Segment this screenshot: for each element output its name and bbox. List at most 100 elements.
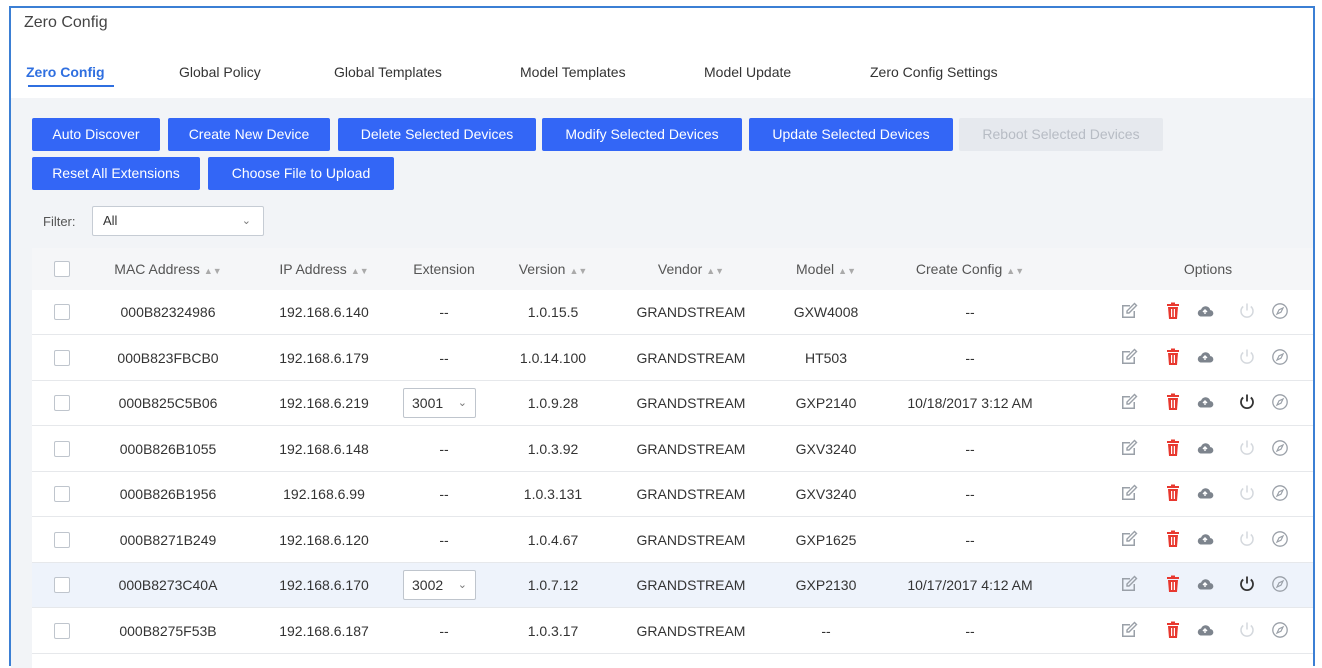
power-icon (1237, 438, 1257, 458)
sort-icon: ▲▼ (569, 266, 588, 276)
tab-model-update[interactable]: Model Update (704, 64, 791, 80)
compass-icon[interactable] (1270, 620, 1290, 640)
edit-icon[interactable] (1119, 620, 1139, 640)
compass-icon[interactable] (1270, 483, 1290, 503)
select-all-checkbox[interactable] (54, 261, 70, 277)
table-row[interactable]: 000B823FBCB0 192.168.6.179 1.0.14.100 GRAND… (32, 336, 1313, 381)
filter-value: All (103, 213, 118, 228)
compass-icon[interactable] (1270, 529, 1290, 549)
tab-global-templates[interactable]: Global Templates (334, 64, 442, 80)
cell-create-config: -- (965, 441, 975, 457)
column-header-version[interactable]: Version ▲▼ (519, 261, 588, 277)
compass-icon[interactable] (1270, 347, 1290, 367)
cell-version: 1.0.7.12 (527, 577, 579, 593)
power-icon (1237, 301, 1257, 321)
filter-label: Filter: (43, 214, 76, 229)
create-new-device-button[interactable]: Create New Device (168, 118, 330, 151)
edit-icon[interactable] (1119, 574, 1139, 594)
row-checkbox[interactable] (54, 304, 70, 320)
tab-zero-config-settings[interactable]: Zero Config Settings (870, 64, 998, 80)
table-row[interactable]: 000B82324986 192.168.6.140 1.0.15.5 GRANDST… (32, 290, 1313, 335)
column-header-vendor[interactable]: Vendor ▲▼ (658, 261, 724, 277)
cell-mac: 000B826B1956 (119, 486, 217, 502)
row-checkbox[interactable] (54, 486, 70, 502)
cloud-upload-icon[interactable] (1195, 574, 1215, 594)
cell-mac: 000B82324986 (120, 304, 216, 320)
sort-icon: ▲▼ (350, 266, 369, 276)
delete-icon[interactable] (1163, 438, 1183, 458)
cloud-upload-icon[interactable] (1195, 620, 1215, 640)
delete-selected-devices-button[interactable]: Delete Selected Devices (338, 118, 536, 151)
cell-mac: 000B825C5B06 (118, 395, 218, 411)
reset-all-extensions-button[interactable]: Reset All Extensions (32, 157, 200, 190)
cloud-upload-icon[interactable] (1195, 301, 1215, 321)
row-checkbox[interactable] (54, 441, 70, 457)
delete-icon[interactable] (1163, 483, 1183, 503)
update-selected-devices-button[interactable]: Update Selected Devices (749, 118, 953, 151)
row-checkbox[interactable] (54, 395, 70, 411)
chevron-down-icon: ⌄ (457, 579, 467, 591)
sort-icon: ▲▼ (838, 266, 856, 276)
compass-icon[interactable] (1270, 438, 1290, 458)
cell-extension: -- (439, 441, 449, 457)
edit-icon[interactable] (1119, 438, 1139, 458)
choose-file-to-upload-button[interactable]: Choose File to Upload (208, 157, 394, 190)
delete-icon[interactable] (1163, 620, 1183, 640)
compass-icon[interactable] (1270, 574, 1290, 594)
compass-icon[interactable] (1270, 301, 1290, 321)
edit-icon[interactable] (1119, 483, 1139, 503)
row-checkbox[interactable] (54, 623, 70, 639)
power-icon[interactable] (1237, 392, 1257, 412)
edit-icon[interactable] (1119, 301, 1139, 321)
row-checkbox[interactable] (54, 577, 70, 593)
sort-icon: ▲▼ (203, 266, 222, 276)
table-row[interactable]: 000B8275F53B 192.168.6.187 1.0.3.17 GRANDST… (32, 609, 1313, 654)
cell-ip: 192.168.6.120 (279, 532, 369, 548)
cell-extension: -- (439, 623, 449, 639)
column-header-ip[interactable]: IP Address ▲▼ (279, 261, 368, 277)
modify-selected-devices-button[interactable]: Modify Selected Devices (542, 118, 742, 151)
extension-dropdown[interactable]: 3001 ⌄ (403, 388, 476, 418)
extension-dropdown[interactable]: 3002 ⌄ (403, 570, 476, 600)
delete-icon[interactable] (1163, 574, 1183, 594)
chevron-down-icon: ⌄ (241, 215, 251, 227)
row-checkbox[interactable] (54, 532, 70, 548)
delete-icon[interactable] (1163, 392, 1183, 412)
edit-icon[interactable] (1119, 529, 1139, 549)
column-header-extension: Extension (413, 261, 475, 277)
cell-model: HT503 (804, 350, 848, 366)
edit-icon[interactable] (1119, 347, 1139, 367)
column-header-model[interactable]: Model ▲▼ (796, 261, 856, 277)
table-row[interactable]: 000B826B1055 192.168.6.148 1.0.3.92 GRANDST… (32, 427, 1313, 472)
devices-table: MAC Address ▲▼ IP Address ▲▼ Extension Ver… (32, 248, 1313, 668)
cloud-upload-icon[interactable] (1195, 483, 1215, 503)
power-icon (1237, 620, 1257, 640)
filter-dropdown[interactable]: All ⌄ (92, 206, 264, 236)
cloud-upload-icon[interactable] (1195, 438, 1215, 458)
edit-icon[interactable] (1119, 392, 1139, 412)
table-row[interactable]: 000B825C5B06 192.168.6.219 1.0.9.28 GRANDST… (32, 381, 1313, 426)
row-checkbox[interactable] (54, 350, 70, 366)
compass-icon[interactable] (1270, 392, 1290, 412)
cell-mac: 000B826B1055 (119, 441, 217, 457)
auto-discover-button[interactable]: Auto Discover (32, 118, 160, 151)
cell-ip: 192.168.6.219 (279, 395, 369, 411)
cloud-upload-icon[interactable] (1195, 347, 1215, 367)
delete-icon[interactable] (1163, 529, 1183, 549)
table-row[interactable]: 000B8271B249 192.168.6.120 1.0.4.67 GRANDST… (32, 518, 1313, 563)
cell-vendor: GRANDSTREAM (636, 623, 746, 639)
power-icon[interactable] (1237, 574, 1257, 594)
cloud-upload-icon[interactable] (1195, 529, 1215, 549)
delete-icon[interactable] (1163, 347, 1183, 367)
table-row[interactable]: 000B8273C40A 192.168.6.170 1.0.7.12 GRANDST… (32, 563, 1313, 608)
cell-model: -- (821, 623, 831, 639)
tab-global-policy[interactable]: Global Policy (179, 64, 261, 80)
cell-create-config: -- (965, 623, 975, 639)
cloud-upload-icon[interactable] (1195, 392, 1215, 412)
tab-model-templates[interactable]: Model Templates (520, 64, 626, 80)
column-header-create-config[interactable]: Create Config ▲▼ (916, 261, 1024, 277)
table-row[interactable]: 000B826B1956 192.168.6.99 1.0.3.131 GRANDST… (32, 472, 1313, 517)
tab-zero-config[interactable]: Zero Config (26, 64, 105, 80)
column-header-mac[interactable]: MAC Address ▲▼ (114, 261, 221, 277)
delete-icon[interactable] (1163, 301, 1183, 321)
